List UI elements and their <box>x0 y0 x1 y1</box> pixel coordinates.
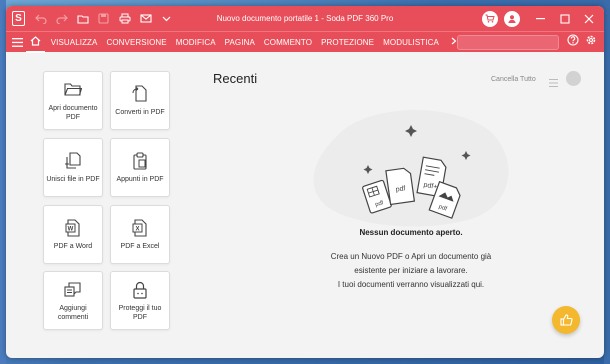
recent-title: Recenti <box>213 71 258 86</box>
empty-state-illustration: pdf pdf pdf+ pdf <box>313 110 509 227</box>
empty-state-line: Crea un Nuovo PDF o Apri un documento gi… <box>330 252 492 261</box>
desktop-background-right <box>604 0 610 364</box>
email-icon[interactable] <box>138 11 153 26</box>
print-icon[interactable] <box>117 11 132 26</box>
settings-gear-icon[interactable] <box>585 33 597 51</box>
card-label: PDF a Excel <box>120 243 160 250</box>
feedback-thumbs-up-button[interactable] <box>552 306 580 334</box>
svg-text:X: X <box>135 227 139 233</box>
minimize-button[interactable] <box>532 10 550 28</box>
cart-icon[interactable] <box>482 10 498 27</box>
open-pdf-card[interactable]: Apri documento PDF <box>43 71 103 130</box>
card-label: Unisci file in PDF <box>46 176 100 183</box>
word-icon: W <box>63 218 83 238</box>
title-separator: - <box>321 14 324 23</box>
account-icon[interactable] <box>504 10 520 27</box>
card-label: Aggiungi commenti <box>57 304 89 321</box>
title-bar: S Nuovo documento portatile 1 - Soda PDF… <box>6 6 604 31</box>
protect-pdf-card[interactable]: Proteggi il tuo PDF <box>110 271 170 330</box>
tab-modifica[interactable]: MODIFICA <box>176 38 216 47</box>
avatar[interactable] <box>566 71 581 86</box>
merge-pdf-card[interactable]: Unisci file in PDF <box>43 138 103 197</box>
pdf-label: pdf <box>395 185 406 193</box>
app-logo[interactable]: S <box>12 11 25 26</box>
clipboard-icon <box>130 151 150 171</box>
start-page: Apri documento PDF Converti in PDF Unisc… <box>6 52 604 358</box>
dropdown-icon[interactable] <box>159 11 174 26</box>
title-bar-actions <box>482 10 598 28</box>
app-window: S Nuovo documento portatile 1 - Soda PDF… <box>6 6 604 358</box>
close-button[interactable] <box>580 10 598 28</box>
document-title: Nuovo documento portatile 1 <box>216 14 319 23</box>
tab-protezione[interactable]: PROTEZIONE <box>321 38 374 47</box>
empty-state-line: esistente per iniziare a lavorare. <box>354 266 468 275</box>
pdf-to-word-card[interactable]: W PDF a Word <box>43 205 103 264</box>
comment-icon <box>63 280 83 300</box>
add-comments-card[interactable]: Aggiungi commenti <box>43 271 103 330</box>
empty-state-title: Nessun documento aperto. <box>359 228 463 237</box>
empty-state-line: I tuoi documenti verranno visualizzati q… <box>337 280 485 289</box>
quick-access-toolbar <box>33 11 174 26</box>
merge-icon <box>63 151 83 171</box>
card-label: PDF a Word <box>53 243 93 250</box>
empty-state-message: Crea un Nuovo PDF o Apri un documento gi… <box>316 250 506 292</box>
thumbs-up-icon <box>559 314 573 326</box>
tab-pagina[interactable]: PAGINA <box>225 38 255 47</box>
convert-to-pdf-card[interactable]: Converti in PDF <box>110 71 170 130</box>
card-label: Proteggi il tuo PDF <box>118 304 162 321</box>
redo-icon[interactable] <box>54 11 69 26</box>
menu-bar-actions <box>567 33 597 51</box>
clear-all-link[interactable]: Cancella Tutto <box>491 76 536 83</box>
home-tab[interactable] <box>26 32 45 53</box>
svg-text:W: W <box>68 227 74 233</box>
card-label: Appunti in PDF <box>116 176 164 183</box>
open-folder-icon[interactable] <box>75 11 90 26</box>
excel-icon: X <box>130 218 150 238</box>
lock-icon <box>130 280 150 300</box>
help-icon[interactable] <box>567 33 579 51</box>
clipboard-to-pdf-card[interactable]: Appunti in PDF <box>110 138 170 197</box>
tab-modulistica[interactable]: MODULISTICA <box>383 38 439 47</box>
convert-icon <box>130 84 150 104</box>
list-view-icon[interactable] <box>549 74 558 92</box>
save-icon[interactable] <box>96 11 111 26</box>
pdf-to-excel-card[interactable]: X PDF a Excel <box>110 205 170 264</box>
ribbon-menu-bar: VISUALIZZA CONVERSIONE MODIFICA PAGINA C… <box>6 31 604 53</box>
card-label: Apri documento PDF <box>48 104 98 121</box>
search-input[interactable] <box>456 34 559 50</box>
tab-commento[interactable]: COMMENTO <box>264 38 312 47</box>
tab-visualizza[interactable]: VISUALIZZA <box>51 38 98 47</box>
folder-icon <box>63 80 83 100</box>
hamburger-menu-icon[interactable] <box>8 37 26 47</box>
maximize-button[interactable] <box>556 10 574 28</box>
undo-icon[interactable] <box>33 11 48 26</box>
tab-conversione[interactable]: CONVERSIONE <box>106 38 166 47</box>
card-label: Converti in PDF <box>115 109 165 116</box>
product-name: Soda PDF 360 Pro <box>326 14 394 23</box>
